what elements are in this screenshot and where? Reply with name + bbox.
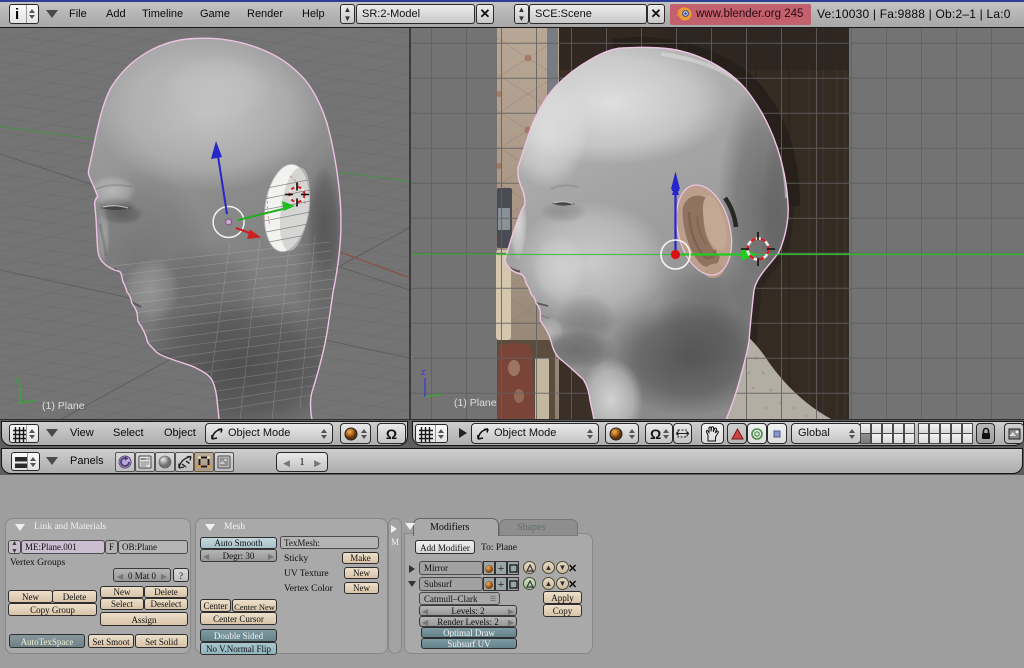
svg-text:(1) Plane: (1) Plane bbox=[42, 400, 85, 412]
svg-text:z: z bbox=[15, 375, 20, 385]
svg-text:(1) Plane: (1) Plane bbox=[454, 397, 497, 409]
svg-text:z: z bbox=[421, 367, 426, 377]
